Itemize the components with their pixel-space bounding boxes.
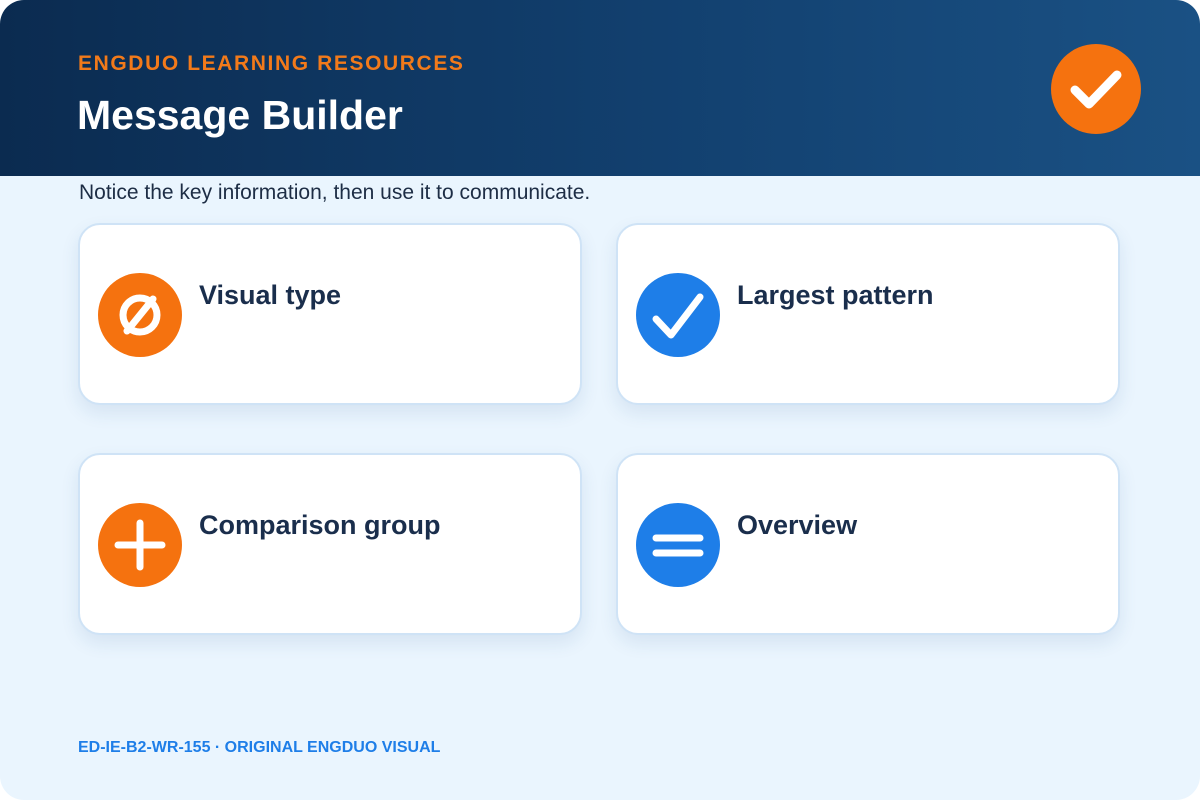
checkmark-icon-badge (636, 273, 720, 357)
card-label: Overview (737, 510, 858, 540)
equals-icon-badge (636, 503, 720, 587)
card-comparison-group[interactable]: Comparison group (78, 453, 582, 635)
slashed-circle-icon-badge (98, 273, 182, 357)
checkmark-icon (652, 293, 704, 339)
card-overview[interactable]: Overview (616, 453, 1120, 635)
slashed-circle-icon (119, 294, 161, 336)
card-visual-type[interactable]: Visual type (78, 223, 582, 405)
header-banner: ENGDUO LEARNING RESOURCES Message Builde… (0, 0, 1200, 176)
card-largest-pattern[interactable]: Largest pattern (616, 223, 1120, 405)
card-label: Comparison group (199, 510, 441, 540)
checkmark-icon (1070, 70, 1122, 109)
instruction-text: Notice the key information, then use it … (79, 181, 591, 204)
equals-icon (652, 534, 704, 557)
resource-card: ENGDUO LEARNING RESOURCES Message Builde… (0, 0, 1200, 800)
checkmark-badge (1051, 44, 1141, 134)
card-label: Visual type (199, 280, 342, 310)
plus-icon-badge (98, 503, 182, 587)
card-label: Largest pattern (737, 280, 934, 310)
footer-code: ED-IE-B2-WR-155 · ORIGINAL ENGDUO VISUAL (78, 739, 441, 756)
brand-eyebrow: ENGDUO LEARNING RESOURCES (78, 52, 465, 75)
page-title: Message Builder (77, 92, 403, 138)
plus-icon (114, 519, 166, 571)
